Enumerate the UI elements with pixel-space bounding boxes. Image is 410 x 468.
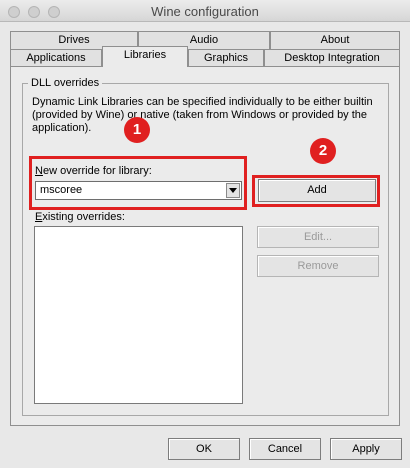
new-override-label: New override for library: (35, 165, 152, 177)
remove-button[interactable]: Remove (257, 255, 379, 277)
ok-button[interactable]: OK (168, 438, 240, 460)
window-title: Wine configuration (151, 4, 259, 19)
title-bar: Wine configuration (0, 0, 410, 22)
annotation-badge-1: 1 (124, 117, 150, 143)
dll-overrides-heading: DLL overrides (28, 77, 103, 89)
remove-button-label: Remove (297, 260, 339, 272)
new-override-value: mscoree (40, 184, 83, 196)
chevron-down-icon (229, 188, 237, 193)
tab-applications[interactable]: Applications (10, 49, 102, 67)
add-button[interactable]: Add (258, 179, 376, 202)
tab-about[interactable]: About (270, 31, 400, 49)
cancel-button[interactable]: Cancel (249, 438, 321, 460)
tab-libraries[interactable]: Libraries (102, 46, 188, 67)
edit-button[interactable]: Edit... (257, 226, 379, 248)
tab-graphics[interactable]: Graphics (188, 49, 264, 67)
tab-desktop-integration[interactable]: Desktop Integration (264, 49, 400, 67)
annotation-badge-2: 2 (310, 138, 336, 164)
add-button-label: Add (307, 184, 327, 196)
combo-dropdown-button[interactable] (226, 183, 240, 198)
apply-button-label: Apply (352, 443, 380, 455)
dll-description: Dynamic Link Libraries can be specified … (32, 96, 373, 134)
apply-button[interactable]: Apply (330, 438, 402, 460)
existing-overrides-label: Existing overrides: (35, 211, 125, 223)
edit-button-label: Edit... (303, 231, 333, 243)
existing-overrides-list[interactable] (34, 226, 243, 404)
new-override-combobox[interactable]: mscoree (35, 181, 242, 200)
